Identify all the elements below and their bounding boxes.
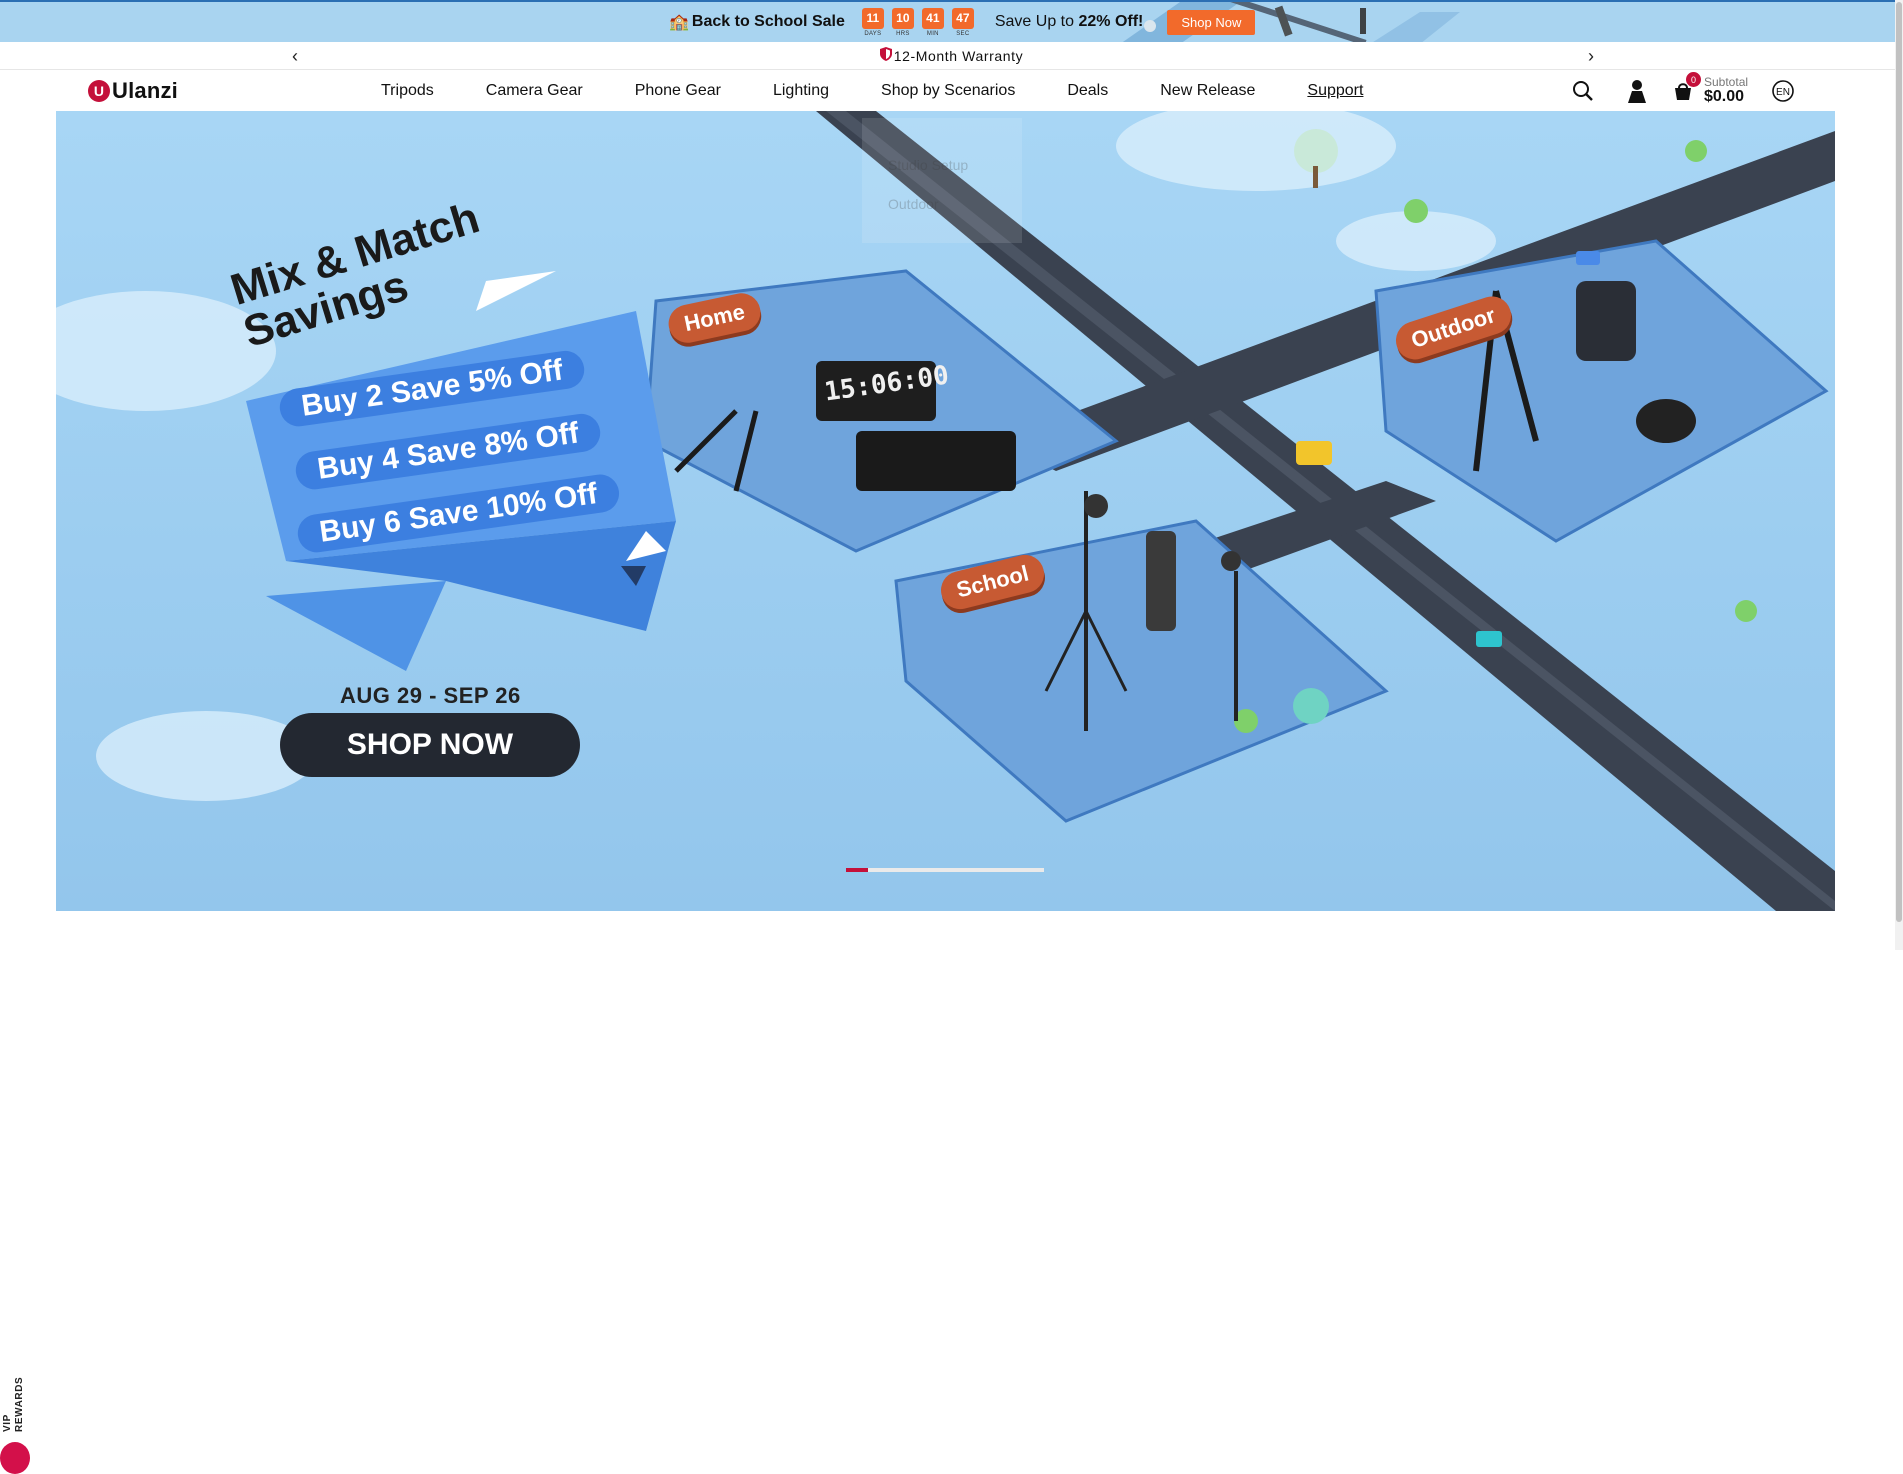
slider-indicator[interactable] (846, 868, 1044, 872)
vip-rewards-icon[interactable] (0, 1442, 30, 1474)
promo-bar: 🏫 Back to School Sale 11 DAYS 10 HRS 41 MIN… (0, 0, 1903, 42)
language-icon[interactable]: EN (1770, 78, 1796, 104)
nav-new-release[interactable]: New Release (1160, 82, 1255, 100)
site-header: U Ulanzi Tripods Camera Gear Phone Gear … (0, 70, 1903, 112)
svg-text:EN: EN (1776, 87, 1790, 98)
promo-save-text: Save Up to 22% Off! (994, 13, 1144, 30)
account-icon[interactable] (1624, 78, 1650, 104)
nav-lighting[interactable]: Lighting (773, 82, 829, 100)
scenarios-dropdown: Studio Setup Outdoor (862, 118, 1022, 243)
search-icon[interactable] (1570, 78, 1596, 104)
announcement-text: 12-Month Warranty (893, 47, 1024, 64)
hero-shop-now-button[interactable]: SHOP NOW (280, 713, 580, 777)
hero-banner[interactable]: Home Outdoor School 15:06:00 Mix & Match… (56, 111, 1835, 911)
countdown-days: 11 DAYS (861, 7, 885, 37)
countdown-seconds: 47 SEC (951, 7, 975, 37)
nav-camera-gear[interactable]: Camera Gear (486, 82, 583, 100)
nav-support[interactable]: Support (1307, 82, 1363, 100)
school-icon: 🏫 (669, 14, 689, 31)
sale-dates: AUG 29 - SEP 26 (340, 683, 521, 708)
nav-tripods[interactable]: Tripods (381, 82, 434, 100)
cart-subtotal: Subtotal $0.00 (1704, 75, 1749, 105)
nav-shop-by-scenarios[interactable]: Shop by Scenarios (881, 82, 1015, 100)
header-icons: 0 Subtotal $0.00 EN (1570, 72, 1796, 106)
dropdown-item-studio-setup[interactable]: Studio Setup (888, 146, 1022, 185)
nav-deals[interactable]: Deals (1067, 82, 1108, 100)
logo[interactable]: U Ulanzi (88, 78, 178, 104)
chevron-right-icon[interactable]: › (1588, 46, 1595, 67)
countdown-hours: 10 HRS (891, 7, 915, 37)
vip-rewards-tab[interactable]: VIP REWARDS (0, 680, 30, 1474)
countdown-minutes: 41 MIN (921, 7, 945, 37)
chevron-left-icon[interactable]: ‹ (292, 46, 299, 67)
promo-shop-now-button[interactable]: Shop Now (1167, 9, 1256, 35)
vip-rewards-label: VIP REWARDS (2, 1376, 25, 1432)
nav-phone-gear[interactable]: Phone Gear (635, 82, 721, 100)
cart[interactable]: 0 Subtotal $0.00 (1670, 72, 1749, 105)
cart-count-badge: 0 (1686, 72, 1701, 88)
announcement-bar: ‹ 12-Month Warranty › (0, 42, 1903, 70)
dropdown-item-outdoor[interactable]: Outdoor (888, 185, 1022, 224)
main-nav: Tripods Camera Gear Phone Gear Lighting … (381, 82, 1415, 100)
ulanzi-logo-icon: U (88, 80, 110, 102)
shield-icon (879, 47, 892, 64)
promo-title: 🏫 Back to School Sale (669, 13, 845, 31)
slider-indicator-active (846, 868, 868, 872)
scrollbar-thumb[interactable] (1896, 2, 1902, 922)
page-scrollbar[interactable] (1895, 0, 1903, 950)
